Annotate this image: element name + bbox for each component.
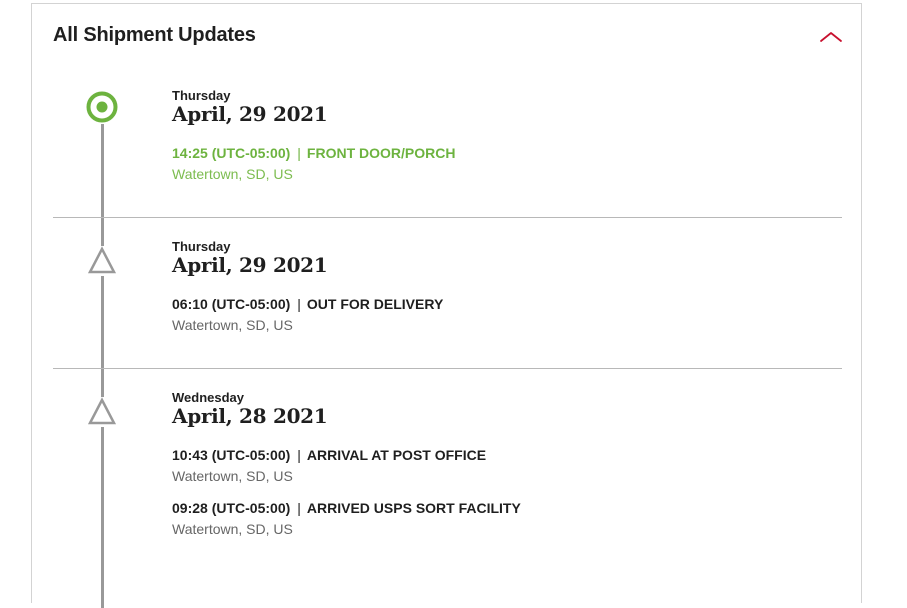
event-time: 06:10 (UTC-05:00) — [172, 296, 291, 312]
triangle-icon — [87, 397, 117, 427]
event-location: Watertown, SD, US — [172, 521, 293, 537]
event-date: April, 28 2021 — [172, 404, 328, 428]
triangle-icon — [87, 246, 117, 276]
shipment-updates-panel: All Shipment Updates Thursday April, 29 … — [31, 3, 862, 608]
timeline-line — [101, 108, 104, 608]
event-time: 09:28 (UTC-05:00) — [172, 500, 291, 516]
event-status: ARRIVED USPS SORT FACILITY — [306, 500, 521, 516]
event-separator: | — [297, 296, 301, 312]
event-status: ARRIVAL AT POST OFFICE — [306, 447, 487, 463]
event-status: OUT FOR DELIVERY — [306, 296, 444, 312]
event-group: Wednesday April, 28 2021 10:43 (UTC-05:0… — [172, 391, 812, 538]
event-date: April, 29 2021 — [172, 253, 328, 277]
event-status: FRONT DOOR/PORCH — [306, 145, 456, 161]
event-line: 09:28 (UTC-05:00) | ARRIVED USPS SORT FACI… — [172, 499, 812, 517]
event-day: Thursday — [172, 88, 231, 103]
event-line: 06:10 (UTC-05:00) | OUT FOR DELIVERY — [172, 295, 812, 313]
event-group: Thursday April, 29 2021 14:25 (UTC-05:00… — [172, 89, 812, 183]
event-time: 10:43 (UTC-05:00) — [172, 447, 291, 463]
event-date: April, 29 2021 — [172, 102, 328, 126]
panel-title: All Shipment Updates — [53, 24, 256, 46]
event-location: Watertown, SD, US — [172, 468, 293, 484]
divider — [53, 368, 842, 369]
event-separator: | — [297, 145, 301, 161]
event-group: Thursday April, 29 2021 06:10 (UTC-05:00… — [172, 240, 812, 334]
event-day: Wednesday — [172, 390, 245, 405]
target-icon — [85, 90, 119, 124]
chevron-up-icon — [820, 32, 842, 42]
collapse-button[interactable] — [818, 28, 844, 46]
event-line: 14:25 (UTC-05:00) | FRONT DOOR/PORCH — [172, 144, 812, 162]
event-line: 10:43 (UTC-05:00) | ARRIVAL AT POST OFFICE — [172, 446, 812, 464]
event-time: 14:25 (UTC-05:00) — [172, 145, 291, 161]
event-day: Thursday — [172, 239, 231, 254]
event-separator: | — [297, 500, 301, 516]
event-location: Watertown, SD, US — [172, 166, 293, 182]
divider — [53, 217, 842, 218]
event-location: Watertown, SD, US — [172, 317, 293, 333]
event-separator: | — [297, 447, 301, 463]
